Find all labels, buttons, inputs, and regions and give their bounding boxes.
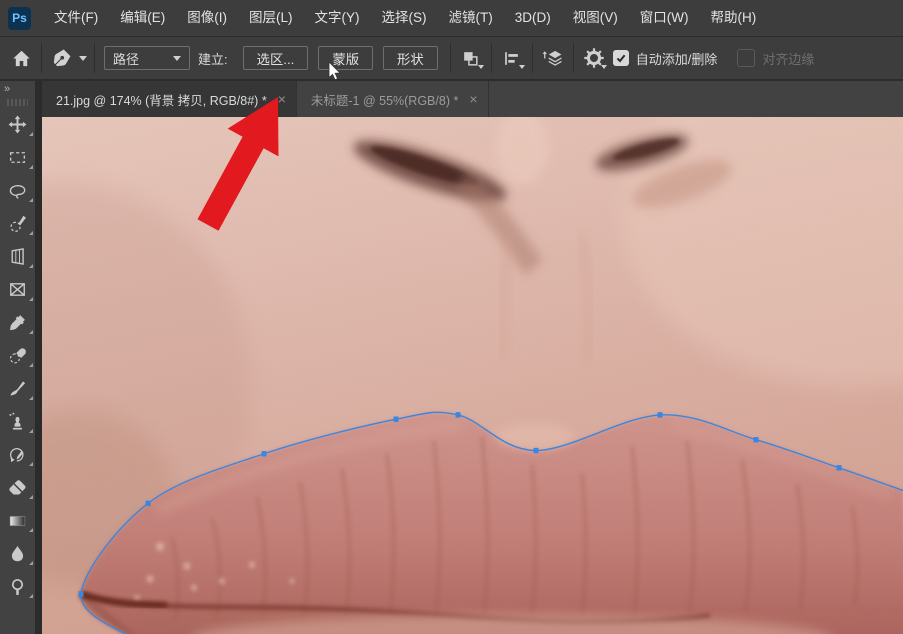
menu-item-4[interactable]: 文字(Y) [304, 0, 371, 36]
blur-icon [8, 544, 27, 563]
home-icon[interactable] [8, 45, 34, 71]
tab-close-icon[interactable]: × [278, 92, 286, 106]
make-shape-button[interactable]: 形状 [383, 46, 438, 70]
eyedropper-tool[interactable] [0, 306, 35, 339]
tool-options-bar: 路径 建立: 选区... 蒙版 形状 [0, 37, 903, 81]
gear-icon[interactable] [581, 45, 607, 71]
make-label: 建立: [198, 49, 228, 68]
align-edges-label: 对齐边缘 [762, 49, 814, 68]
spot-healing-brush-icon [8, 346, 27, 365]
rectangular-marquee-icon [8, 148, 27, 167]
anchor-point-1[interactable] [146, 501, 151, 506]
brush-tool[interactable] [0, 372, 35, 405]
tool-mode-value: 路径 [113, 49, 139, 68]
menu-item-7[interactable]: 3D(D) [504, 0, 562, 36]
divider [41, 43, 42, 73]
eyedropper-icon [8, 313, 27, 332]
make-mask-button[interactable]: 蒙版 [318, 46, 373, 70]
menu-items: 文件(F)编辑(E)图像(I)图层(L)文字(Y)选择(S)滤镜(T)3D(D)… [43, 0, 767, 36]
menu-item-3[interactable]: 图层(L) [238, 0, 304, 36]
anchor-point-2[interactable] [262, 451, 267, 456]
history-brush-tool[interactable] [0, 438, 35, 471]
gradient-tool[interactable] [0, 504, 35, 537]
anchor-point-8[interactable] [837, 465, 842, 470]
tools-panel: » [0, 81, 42, 634]
frame-icon [8, 280, 27, 299]
divider [491, 43, 492, 73]
document-tab-2[interactable]: 未标题-1 @ 55%(RGB/8) * × [297, 81, 489, 117]
move-icon [8, 115, 27, 134]
frame-tool[interactable] [0, 273, 35, 306]
auto-add-delete-label[interactable]: 自动添加/删除 [636, 49, 718, 68]
clone-stamp-icon [8, 412, 27, 431]
checkbox-checked-icon[interactable] [613, 50, 629, 66]
photoshop-logo[interactable]: Ps [8, 7, 31, 30]
tab-title: 未标题-1 @ 55%(RGB/8) * [311, 90, 458, 109]
spot-healing-brush-tool[interactable] [0, 339, 35, 372]
gradient-icon [8, 511, 27, 530]
chevron-down-icon[interactable] [79, 56, 87, 61]
rectangular-marquee-tool[interactable] [0, 141, 35, 174]
perspective-crop-tool[interactable] [0, 240, 35, 273]
dodge-icon [8, 577, 27, 596]
document-canvas[interactable] [42, 117, 903, 634]
make-selection-button[interactable]: 选区... [243, 46, 309, 70]
eraser-icon [8, 478, 27, 497]
anchor-point-3[interactable] [394, 417, 399, 422]
brush-icon [8, 379, 27, 398]
perspective-crop-icon [8, 247, 27, 266]
divider [573, 43, 574, 73]
divider [450, 43, 451, 73]
chevron-down-icon [173, 56, 181, 61]
divider [94, 43, 95, 73]
menu-item-9[interactable]: 窗口(W) [629, 0, 700, 36]
face-photo [42, 117, 903, 634]
menu-item-0[interactable]: 文件(F) [43, 0, 109, 36]
menu-item-8[interactable]: 视图(V) [562, 0, 629, 36]
dodge-tool[interactable] [0, 570, 35, 603]
history-brush-icon [8, 445, 27, 464]
tab-title: 21.jpg @ 174% (背景 拷贝, RGB/8#) * [56, 90, 267, 109]
menu-item-2[interactable]: 图像(I) [176, 0, 238, 36]
document-tab-bar: 21.jpg @ 174% (背景 拷贝, RGB/8#) *×未标题-1 @ … [42, 81, 903, 117]
path-alignment-icon[interactable] [499, 45, 525, 71]
lasso-tool[interactable] [0, 174, 35, 207]
collapse-panel-chevron[interactable]: » [0, 81, 35, 95]
clone-stamp-tool[interactable] [0, 405, 35, 438]
menu-item-6[interactable]: 滤镜(T) [438, 0, 504, 36]
tool-mode-dropdown[interactable]: 路径 [104, 46, 190, 70]
anchor-point-7[interactable] [754, 437, 759, 442]
pen-tool-icon[interactable] [49, 45, 75, 71]
path-operations-icon[interactable] [458, 45, 484, 71]
photo-closeup-lips [42, 117, 903, 634]
eraser-tool[interactable] [0, 471, 35, 504]
quick-selection-icon [8, 214, 27, 233]
document-tab-1[interactable]: 21.jpg @ 174% (背景 拷贝, RGB/8#) * × [42, 81, 297, 117]
menu-item-10[interactable]: 帮助(H) [699, 0, 767, 36]
anchor-point-5[interactable] [534, 448, 539, 453]
align-edges-checkbox: 对齐边缘 [737, 49, 814, 68]
move-tool[interactable] [0, 108, 35, 141]
panel-grip-handle[interactable] [7, 99, 28, 106]
lasso-icon [8, 181, 27, 200]
path-arrangement-icon[interactable] [540, 45, 566, 71]
anchor-point-6[interactable] [658, 412, 663, 417]
auto-add-delete-checkbox[interactable]: 自动添加/删除 [613, 49, 718, 68]
quick-selection-tool[interactable] [0, 207, 35, 240]
blur-tool[interactable] [0, 537, 35, 570]
menu-item-1[interactable]: 编辑(E) [109, 0, 176, 36]
checkbox-unchecked-icon [737, 49, 755, 67]
menu-item-5[interactable]: 选择(S) [371, 0, 438, 36]
anchor-point-4[interactable] [456, 412, 461, 417]
tool-list [0, 108, 35, 603]
tab-close-icon[interactable]: × [469, 92, 477, 106]
menu-bar: Ps 文件(F)编辑(E)图像(I)图层(L)文字(Y)选择(S)滤镜(T)3D… [0, 0, 903, 37]
divider [532, 43, 533, 73]
